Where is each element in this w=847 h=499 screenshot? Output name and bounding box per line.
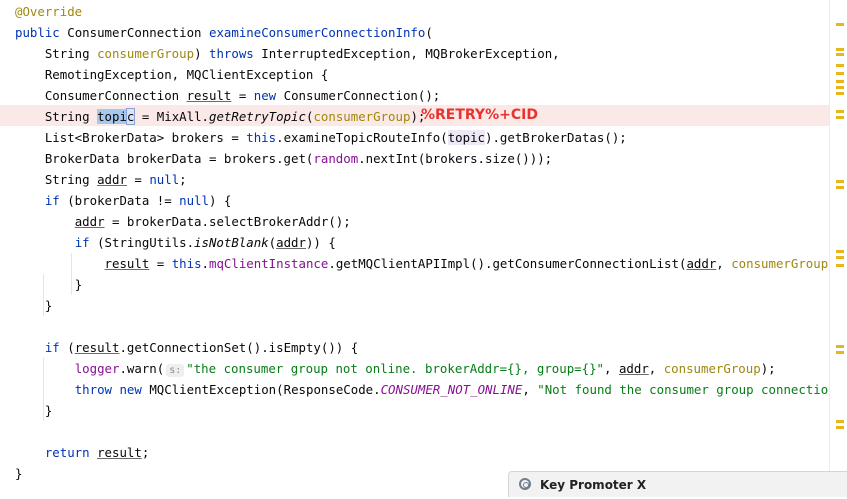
overlay-note: %RETRY%+CID xyxy=(421,107,538,123)
key-promoter-popup[interactable]: Key Promoter X xyxy=(508,471,847,497)
warning-marker[interactable] xyxy=(836,264,844,267)
code-line-17[interactable]: if (result.getConnectionSet().isEmpty())… xyxy=(15,337,358,358)
code-line-2[interactable]: public ConsumerConnection examineConsume… xyxy=(15,22,433,43)
code-line-10[interactable]: if (brokerData != null) { xyxy=(15,190,232,211)
warning-marker[interactable] xyxy=(836,345,844,348)
code-line-22[interactable]: return result; xyxy=(15,442,149,463)
code-line-12[interactable]: if (StringUtils.isNotBlank(addr)) { xyxy=(15,232,336,253)
warning-marker[interactable] xyxy=(836,186,844,189)
warning-marker[interactable] xyxy=(836,256,844,259)
warning-marker[interactable] xyxy=(836,80,844,83)
code-line-18[interactable]: logger.warn(s: "the consumer group not on… xyxy=(15,358,776,379)
warning-marker[interactable] xyxy=(836,86,844,89)
warning-marker[interactable] xyxy=(836,250,844,253)
code-line-1[interactable]: @Override xyxy=(15,1,82,22)
code-line-6[interactable]: String topic = MixAll.getRetryTopic(cons… xyxy=(15,106,425,127)
warning-marker[interactable] xyxy=(836,351,844,354)
code-line-9[interactable]: String addr = null; xyxy=(15,169,187,190)
warning-marker[interactable] xyxy=(836,426,844,429)
selected-topic-text: topi xyxy=(97,109,127,124)
warning-marker[interactable] xyxy=(836,23,844,26)
code-line-13[interactable]: result = this.mqClientInstance.getMQClie… xyxy=(15,253,830,274)
code-editor[interactable]: @Override public ConsumerConnection exam… xyxy=(0,0,830,496)
warning-marker[interactable] xyxy=(836,72,844,75)
warning-marker[interactable] xyxy=(836,110,844,113)
warning-marker[interactable] xyxy=(836,116,844,119)
code-line-3[interactable]: String consumerGroup) throws Interrupted… xyxy=(15,43,560,64)
code-line-5[interactable]: ConsumerConnection result = new Consumer… xyxy=(15,85,440,106)
popup-title: Key Promoter X xyxy=(540,478,647,492)
warning-marker[interactable] xyxy=(836,53,844,56)
error-stripe-gutter[interactable] xyxy=(829,0,847,496)
warning-marker[interactable] xyxy=(836,92,844,95)
warning-marker[interactable] xyxy=(836,180,844,183)
warning-marker[interactable] xyxy=(836,48,844,51)
code-line-8[interactable]: BrokerData brokerData = brokers.get(rand… xyxy=(15,148,552,169)
code-line-19[interactable]: throw new MQClientException(ResponseCode… xyxy=(15,379,830,400)
code-line-23[interactable]: } xyxy=(15,463,22,484)
code-line-15[interactable]: } xyxy=(15,295,52,316)
key-promoter-icon xyxy=(519,478,531,490)
code-line-7[interactable]: List<BrokerData> brokers = this.examineT… xyxy=(15,127,627,148)
parameter-hint: s: xyxy=(166,364,185,377)
code-line-4[interactable]: RemotingException, MQClientException { xyxy=(15,64,328,85)
code-line-14[interactable]: } xyxy=(15,274,82,295)
warning-marker[interactable] xyxy=(836,64,844,67)
code-line-20[interactable]: } xyxy=(15,400,52,421)
warning-marker[interactable] xyxy=(836,420,844,423)
code-line-11[interactable]: addr = brokerData.selectBrokerAddr(); xyxy=(15,211,351,232)
